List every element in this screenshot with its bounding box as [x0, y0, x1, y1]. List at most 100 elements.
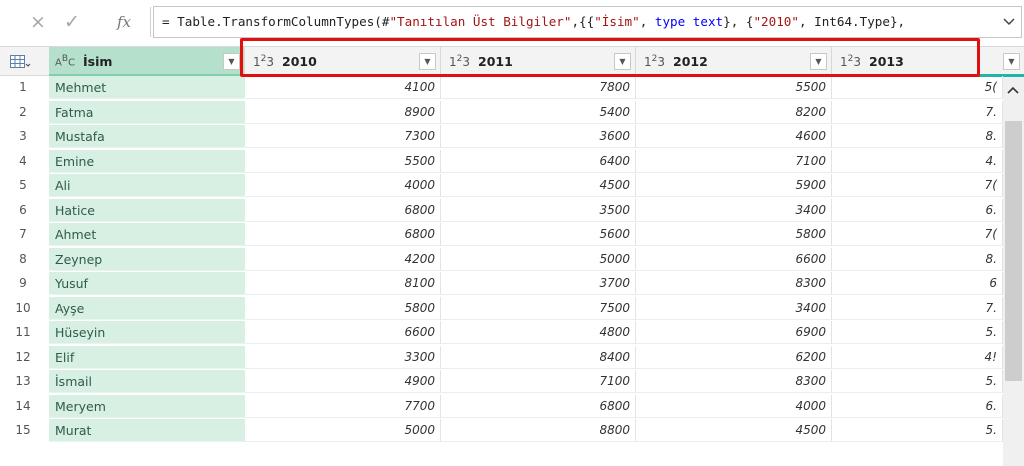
- table-row[interactable]: 5 Ali 4000 4500 5900 7(: [0, 174, 1024, 197]
- table-row[interactable]: 1 Mehmet 4100 7800 5500 5(: [0, 76, 1024, 99]
- name-cell[interactable]: Zeynep: [49, 247, 245, 271]
- name-cell[interactable]: Murat: [49, 419, 245, 442]
- filter-dropdown-icon[interactable]: ▼: [223, 53, 240, 70]
- value-cell[interactable]: 3700: [441, 272, 636, 295]
- value-cell[interactable]: 4100: [245, 76, 441, 99]
- name-cell[interactable]: Hatice: [49, 198, 245, 222]
- value-cell[interactable]: 5000: [441, 247, 636, 271]
- value-cell[interactable]: 6800: [245, 198, 441, 222]
- name-cell[interactable]: Ayşe: [49, 296, 245, 320]
- value-cell[interactable]: 5400: [441, 100, 636, 124]
- value-cell[interactable]: 7(: [832, 223, 1003, 246]
- value-cell[interactable]: 6.: [832, 394, 1003, 418]
- value-cell[interactable]: 6900: [636, 321, 832, 344]
- value-cell[interactable]: 7800: [441, 76, 636, 99]
- table-row[interactable]: 10 Ayşe 5800 7500 3400 7.: [0, 296, 1024, 320]
- table-row[interactable]: 4 Emine 5500 6400 7100 4.: [0, 149, 1024, 173]
- value-cell[interactable]: 8300: [636, 370, 832, 393]
- value-cell[interactable]: 8800: [441, 419, 636, 442]
- table-row[interactable]: 7 Ahmet 6800 5600 5800 7(: [0, 223, 1024, 246]
- value-cell[interactable]: 8400: [441, 345, 636, 369]
- name-cell[interactable]: Yusuf: [49, 272, 245, 295]
- cancel-icon[interactable]: ×: [24, 10, 52, 34]
- value-cell[interactable]: 5.: [832, 370, 1003, 393]
- filter-dropdown-icon[interactable]: ▼: [1003, 53, 1020, 70]
- value-cell[interactable]: 3600: [441, 125, 636, 148]
- value-cell[interactable]: 4500: [441, 174, 636, 197]
- value-cell[interactable]: 5.: [832, 321, 1003, 344]
- value-cell[interactable]: 4600: [636, 125, 832, 148]
- name-cell[interactable]: Fatma: [49, 100, 245, 124]
- table-row[interactable]: 12 Elif 3300 8400 6200 4!: [0, 345, 1024, 369]
- value-cell[interactable]: 8300: [636, 272, 832, 295]
- value-cell[interactable]: 4900: [245, 370, 441, 393]
- value-cell[interactable]: 6600: [636, 247, 832, 271]
- table-row[interactable]: 9 Yusuf 8100 3700 8300 6: [0, 272, 1024, 295]
- value-cell[interactable]: 3400: [636, 296, 832, 320]
- name-cell[interactable]: İsmail: [49, 370, 245, 393]
- value-cell[interactable]: 4800: [441, 321, 636, 344]
- value-cell[interactable]: 6600: [245, 321, 441, 344]
- value-cell[interactable]: 5800: [245, 296, 441, 320]
- value-cell[interactable]: 3500: [441, 198, 636, 222]
- value-cell[interactable]: 8200: [636, 100, 832, 124]
- value-cell[interactable]: 4000: [245, 174, 441, 197]
- value-cell[interactable]: 7700: [245, 394, 441, 418]
- value-cell[interactable]: 5600: [441, 223, 636, 246]
- value-cell[interactable]: 3300: [245, 345, 441, 369]
- fx-icon[interactable]: fx: [110, 10, 138, 34]
- value-cell[interactable]: 7300: [245, 125, 441, 148]
- name-cell[interactable]: Ali: [49, 174, 245, 197]
- value-cell[interactable]: 5900: [636, 174, 832, 197]
- table-row[interactable]: 2 Fatma 8900 5400 8200 7.: [0, 100, 1024, 124]
- value-cell[interactable]: 6200: [636, 345, 832, 369]
- value-cell[interactable]: 7100: [441, 370, 636, 393]
- name-cell[interactable]: Elif: [49, 345, 245, 369]
- value-cell[interactable]: 7100: [636, 149, 832, 173]
- name-cell[interactable]: Hüseyin: [49, 321, 245, 344]
- value-cell[interactable]: 4200: [245, 247, 441, 271]
- value-cell[interactable]: 5500: [636, 76, 832, 99]
- value-cell[interactable]: 6: [832, 272, 1003, 295]
- value-cell[interactable]: 8900: [245, 100, 441, 124]
- value-cell[interactable]: 5500: [245, 149, 441, 173]
- scroll-up-icon[interactable]: [1007, 83, 1019, 98]
- value-cell[interactable]: 6.: [832, 198, 1003, 222]
- value-cell[interactable]: 7.: [832, 100, 1003, 124]
- value-cell[interactable]: 6800: [441, 394, 636, 418]
- name-cell[interactable]: Meryem: [49, 394, 245, 418]
- table-row[interactable]: 11 Hüseyin 6600 4800 6900 5.: [0, 321, 1024, 344]
- name-cell[interactable]: Mehmet: [49, 76, 245, 99]
- value-cell[interactable]: 4500: [636, 419, 832, 442]
- text-type-icon[interactable]: ABC: [55, 54, 75, 68]
- value-cell[interactable]: 4000: [636, 394, 832, 418]
- value-cell[interactable]: 8.: [832, 247, 1003, 271]
- value-cell[interactable]: 5800: [636, 223, 832, 246]
- value-cell[interactable]: 5(: [832, 76, 1003, 99]
- value-cell[interactable]: 5000: [245, 419, 441, 442]
- commit-icon[interactable]: ✓: [58, 10, 86, 34]
- table-row[interactable]: 3 Mustafa 7300 3600 4600 8.: [0, 125, 1024, 148]
- value-cell[interactable]: 6400: [441, 149, 636, 173]
- table-menu-icon[interactable]: [10, 54, 31, 68]
- scrollbar-thumb[interactable]: [1005, 121, 1022, 381]
- vertical-scrollbar[interactable]: [1003, 77, 1024, 466]
- column-header-isim[interactable]: ABC İsim ▼: [49, 47, 245, 76]
- value-cell[interactable]: 7500: [441, 296, 636, 320]
- value-cell[interactable]: 4!: [832, 345, 1003, 369]
- formula-input[interactable]: = Table.TransformColumnTypes(#"Tanıtılan…: [153, 6, 1022, 38]
- name-cell[interactable]: Mustafa: [49, 125, 245, 148]
- table-row[interactable]: 6 Hatice 6800 3500 3400 6.: [0, 198, 1024, 222]
- table-row[interactable]: 14 Meryem 7700 6800 4000 6.: [0, 394, 1024, 418]
- expand-formula-chevron-icon[interactable]: [1003, 15, 1015, 30]
- value-cell[interactable]: 7.: [832, 296, 1003, 320]
- value-cell[interactable]: 3400: [636, 198, 832, 222]
- value-cell[interactable]: 4.: [832, 149, 1003, 173]
- value-cell[interactable]: 5.: [832, 419, 1003, 442]
- table-row[interactable]: 15 Murat 5000 8800 4500 5.: [0, 419, 1024, 442]
- value-cell[interactable]: 6800: [245, 223, 441, 246]
- name-cell[interactable]: Ahmet: [49, 223, 245, 246]
- value-cell[interactable]: 8.: [832, 125, 1003, 148]
- name-cell[interactable]: Emine: [49, 149, 245, 173]
- value-cell[interactable]: 7(: [832, 174, 1003, 197]
